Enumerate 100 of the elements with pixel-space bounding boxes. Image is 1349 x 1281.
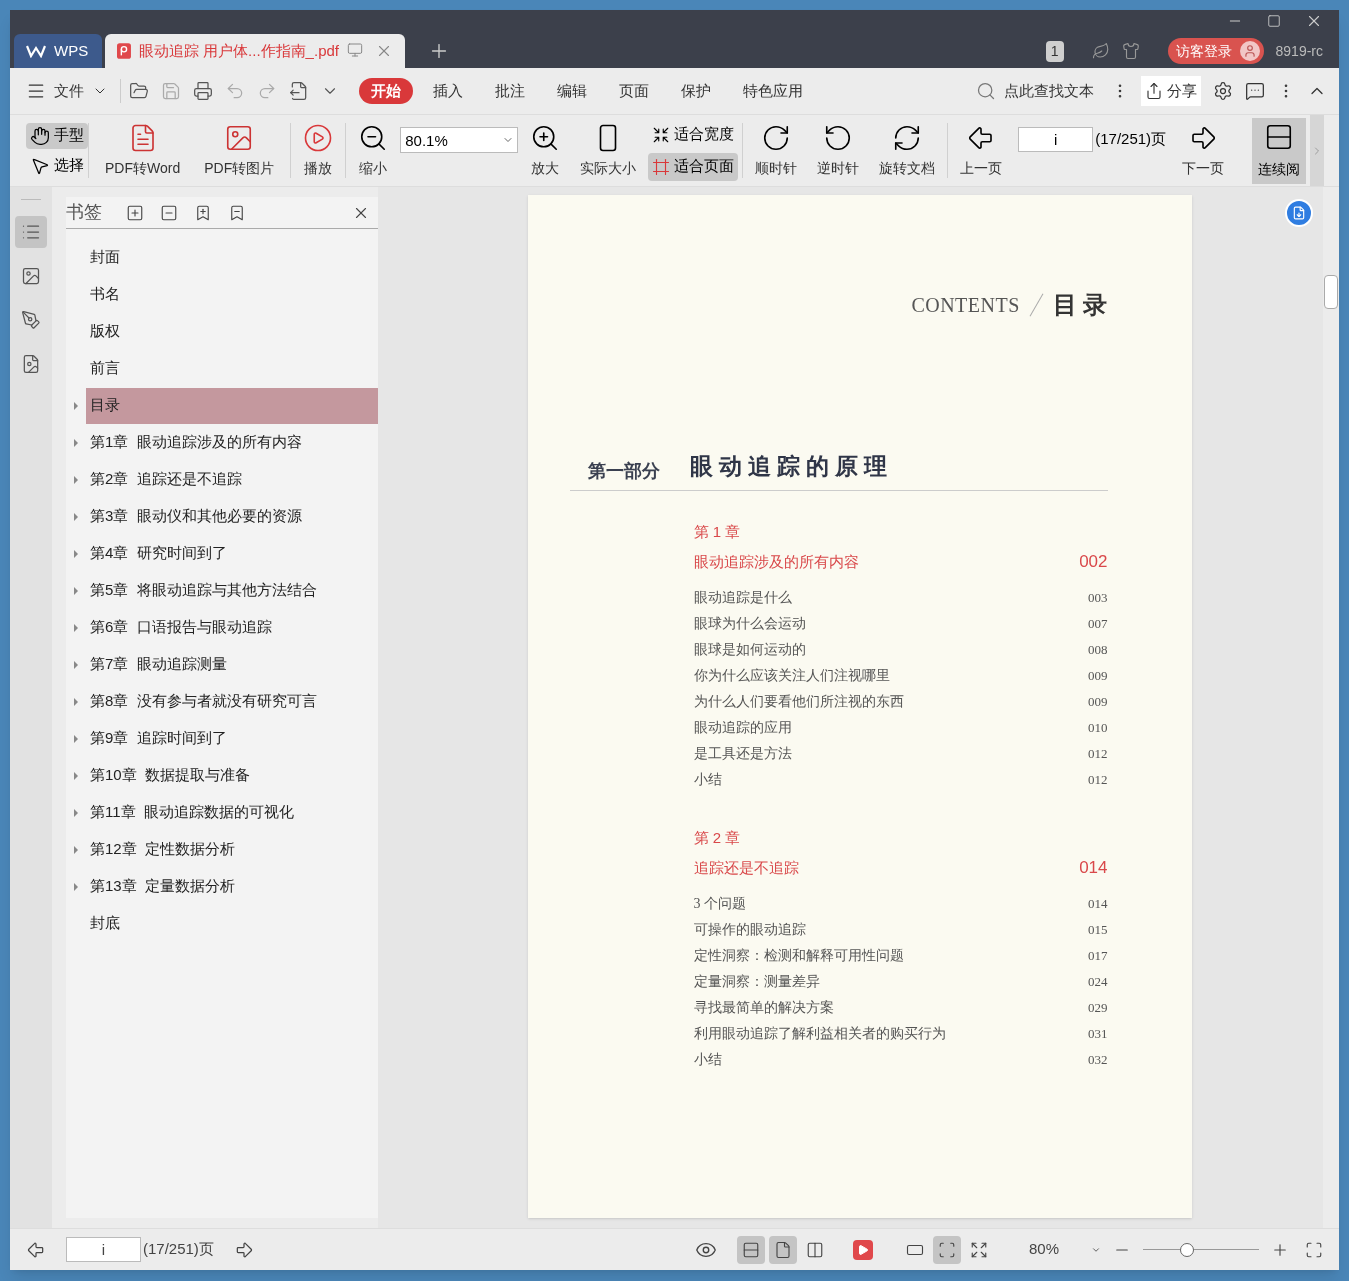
toolbar-button[interactable]: 逆时针 bbox=[809, 118, 868, 183]
bookmark-item[interactable]: 第11章 眼动追踪数据的可视化 bbox=[86, 794, 378, 831]
rail-button[interactable] bbox=[15, 216, 47, 248]
toolbar-button[interactable]: 放大 bbox=[522, 118, 569, 183]
add-bookmark-icon[interactable] bbox=[194, 203, 212, 222]
tab[interactable]: WPS bbox=[14, 34, 102, 68]
expand-arrow-icon[interactable] bbox=[74, 734, 78, 743]
print-icon[interactable] bbox=[193, 81, 213, 101]
tool-button[interactable]: 选择 bbox=[26, 152, 88, 179]
ribbon-tab[interactable]: 特色应用 bbox=[731, 78, 815, 104]
bookmark-item[interactable]: 版权 bbox=[86, 313, 378, 350]
toc-entry: 是工具还是方法 bbox=[693, 745, 792, 763]
toc-entry: 眼动追踪的应用 bbox=[693, 719, 792, 737]
search-field[interactable]: 点此查找文本 bbox=[1004, 79, 1099, 103]
shirt-icon[interactable] bbox=[1121, 42, 1140, 60]
expand-arrow-icon[interactable] bbox=[74, 586, 78, 595]
bookmark-item[interactable]: 第7章 眼动追踪测量 bbox=[86, 646, 378, 683]
toolbar-button[interactable]: PDF转图片 bbox=[196, 118, 283, 183]
tool-button[interactable]: 手型 bbox=[26, 122, 88, 149]
file-image-icon bbox=[21, 354, 41, 374]
expand-arrow-icon[interactable] bbox=[74, 438, 78, 447]
zoom-slider[interactable] bbox=[1143, 1241, 1259, 1258]
fit-button[interactable]: 适合宽度 bbox=[648, 120, 739, 149]
ribbon-tab[interactable]: 开始 bbox=[359, 78, 413, 104]
fullscreen-icon[interactable] bbox=[1305, 1240, 1323, 1259]
zoom-field[interactable]: 80.1% bbox=[400, 127, 519, 153]
open-folder-icon[interactable] bbox=[129, 81, 149, 101]
convert-icon bbox=[1292, 206, 1306, 220]
toolbar-button[interactable]: 实际大小 bbox=[572, 118, 645, 183]
bookmark-item[interactable]: 第10章 数据提取与准备 bbox=[86, 757, 378, 794]
comment-icon[interactable] bbox=[1245, 81, 1265, 101]
toolbar-button[interactable]: 播放 bbox=[295, 118, 342, 183]
page-field[interactable]: i bbox=[1018, 127, 1094, 152]
remove-bookmark-icon[interactable] bbox=[228, 203, 246, 222]
bookmark-item[interactable]: 第13章 定量数据分析 bbox=[86, 868, 378, 905]
floating-button[interactable] bbox=[1285, 199, 1313, 227]
toc-entry: 你为什么应该关注人们注视哪里 bbox=[693, 667, 890, 685]
ribbon-tab[interactable]: 批注 bbox=[483, 78, 537, 104]
scrollbar-thumb[interactable] bbox=[1324, 275, 1338, 309]
expand-arrow-icon[interactable] bbox=[74, 401, 78, 410]
bookmark-item[interactable]: 书名 bbox=[86, 276, 378, 313]
bookmark-item[interactable]: 封面 bbox=[86, 239, 378, 276]
view-mode-button[interactable] bbox=[736, 1235, 765, 1264]
bookmark-item[interactable]: 前言 bbox=[86, 350, 378, 387]
maximize-icon[interactable] bbox=[1267, 14, 1281, 28]
bookmark-item[interactable]: 第8章 没有参与者就没有研究可言 bbox=[86, 683, 378, 720]
login-button[interactable]: 访客登录 bbox=[1167, 38, 1264, 64]
file-menu[interactable]: 文件 bbox=[22, 79, 112, 103]
expand-arrow-icon[interactable] bbox=[74, 808, 78, 817]
ribbon-tab[interactable]: 插入 bbox=[421, 78, 475, 104]
fit-button[interactable]: 适合页面 bbox=[648, 152, 739, 181]
bookmark-item[interactable]: 第9章 追踪时间到了 bbox=[86, 720, 378, 757]
expand-arrow-icon[interactable] bbox=[74, 660, 78, 669]
toolbar-button[interactable]: 下一页 bbox=[1174, 118, 1233, 183]
bookmark-item[interactable]: 第4章 研究时间到了 bbox=[86, 535, 378, 572]
settings-icon[interactable] bbox=[1213, 81, 1233, 101]
toolbar-button[interactable]: 旋转文档 bbox=[871, 118, 944, 183]
ribbon-tab[interactable]: 编辑 bbox=[545, 78, 599, 104]
bookmark-item[interactable]: 封底 bbox=[86, 905, 378, 942]
bookmark-item[interactable]: 第12章 定性数据分析 bbox=[86, 831, 378, 868]
fit-mode-button[interactable] bbox=[932, 1235, 961, 1264]
bookmark-item[interactable]: 第6章 口语报告与眼动追踪 bbox=[86, 609, 378, 646]
toolbar-button[interactable]: PDF转Word bbox=[97, 118, 189, 183]
bookmark-item[interactable]: 目录 bbox=[86, 387, 378, 424]
expand-arrow-icon[interactable] bbox=[74, 512, 78, 521]
share-icon bbox=[1145, 82, 1163, 100]
counter-badge[interactable]: 1 bbox=[1045, 40, 1064, 62]
continuous-read-button[interactable]: 连续阅 bbox=[1252, 117, 1307, 184]
bookmark-item[interactable]: 第3章 眼动仪和其他必要的资源 bbox=[86, 498, 378, 535]
toolbar-button[interactable]: 顺时针 bbox=[747, 118, 806, 183]
view-mode-button[interactable] bbox=[768, 1235, 797, 1264]
play-icon[interactable] bbox=[852, 1239, 873, 1260]
bookmark-item[interactable]: 第5章 将眼动追踪与其他方法结合 bbox=[86, 572, 378, 609]
tab[interactable]: 眼动追踪 用户体...作指南_.pdf bbox=[105, 34, 405, 68]
leaf-icon[interactable] bbox=[1091, 42, 1110, 60]
expand-all-icon[interactable] bbox=[126, 203, 144, 222]
toolbar-button[interactable]: 缩小 bbox=[350, 118, 397, 183]
slider-thumb[interactable] bbox=[1180, 1242, 1195, 1257]
ribbon-tab[interactable]: 页面 bbox=[607, 78, 661, 104]
scrollbar[interactable] bbox=[1323, 187, 1339, 1228]
expand-arrow-icon[interactable] bbox=[74, 845, 78, 854]
toolbar-button[interactable]: 上一页 bbox=[952, 118, 1011, 183]
share-button[interactable]: 分享 bbox=[1141, 76, 1201, 106]
ribbon-tab[interactable]: 保护 bbox=[669, 78, 723, 104]
page-field[interactable]: i bbox=[66, 1237, 141, 1262]
search-icon bbox=[976, 81, 996, 101]
expand-arrow-icon[interactable] bbox=[74, 882, 78, 891]
zoom-dropdown[interactable]: 80% bbox=[1028, 1238, 1101, 1261]
expand-arrow-icon[interactable] bbox=[74, 771, 78, 780]
collapse-all-icon[interactable] bbox=[160, 203, 178, 222]
expand-arrow-icon[interactable] bbox=[74, 475, 78, 484]
toc-page: 007 bbox=[1088, 614, 1108, 633]
monitor-icon[interactable] bbox=[347, 42, 363, 58]
bookmark-item[interactable]: 第2章 追踪还是不追踪 bbox=[86, 461, 378, 498]
bookmark-item[interactable]: 第1章 眼动追踪涉及的所有内容 bbox=[86, 424, 378, 461]
export-icon[interactable] bbox=[289, 81, 309, 101]
expand-arrow-icon[interactable] bbox=[74, 697, 78, 706]
expand-arrow-icon[interactable] bbox=[74, 549, 78, 558]
expand-arrow-icon[interactable] bbox=[74, 623, 78, 632]
panel-title: 书签 bbox=[66, 201, 102, 224]
